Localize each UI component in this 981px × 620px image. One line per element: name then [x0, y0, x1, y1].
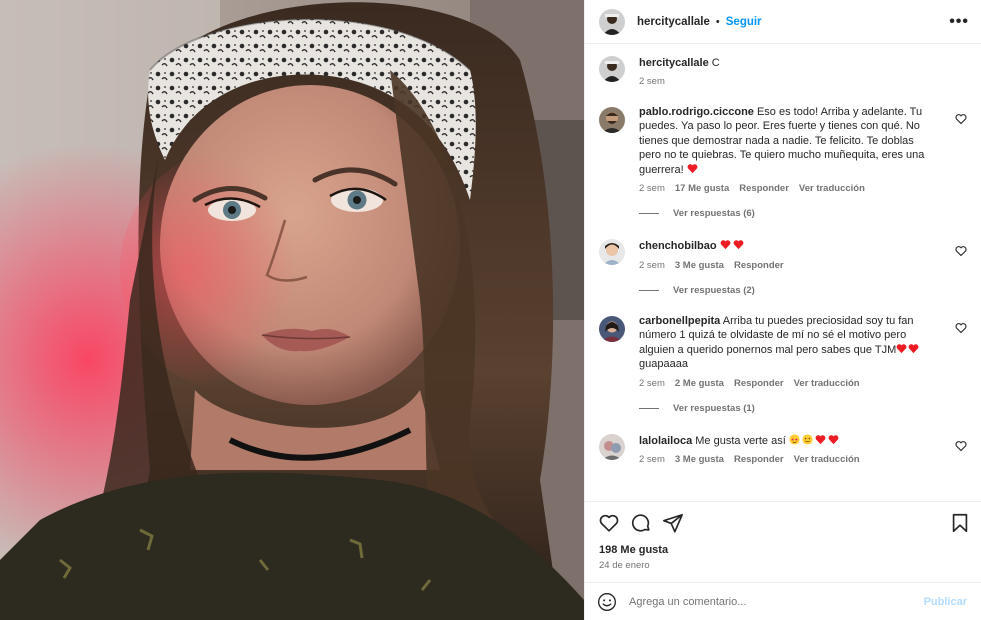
comment-time: 2 sem	[639, 259, 665, 271]
post-photo[interactable]	[0, 0, 584, 620]
smiling-emoji-icon	[802, 433, 813, 445]
comment-text: Me gusta verte así	[695, 434, 786, 447]
comment-text-line: Arriba tu puedes preciosidad soy tu fan	[722, 314, 914, 327]
caption-author[interactable]: hercitycallale	[639, 57, 709, 69]
reply-button[interactable]: Responder	[739, 183, 789, 194]
red-heart-emoji-icon	[815, 434, 826, 444]
comment-author[interactable]: carbonellpepita	[639, 315, 720, 327]
portrait-image	[0, 0, 584, 620]
more-options-icon[interactable]: •••	[949, 13, 969, 31]
post-actions-bar	[585, 501, 981, 543]
like-comment-heart-icon[interactable]	[955, 440, 967, 452]
comment-time: 2 sem	[639, 183, 665, 194]
commenter-avatar[interactable]	[599, 433, 625, 460]
caption: hercitycallale C 2 sem	[599, 54, 967, 87]
comment-text-line: alguien a querido ponernos mal pero sabe…	[639, 343, 897, 356]
comment-time: 2 sem	[639, 377, 665, 389]
comment-likes[interactable]: 3 Me gusta	[675, 454, 724, 465]
comment-text-line: tienes que demostrar nada a nadie. Te fe…	[639, 134, 914, 147]
author-avatar[interactable]	[599, 8, 625, 35]
comment-author[interactable]: lalolailoca	[639, 435, 692, 447]
view-replies-button[interactable]: Ver respuestas (6)	[639, 208, 967, 219]
publish-button[interactable]: Publicar	[924, 596, 967, 608]
replies-line	[639, 213, 659, 214]
view-replies-label: Ver respuestas (6)	[673, 208, 755, 219]
comment-composer: Publicar	[585, 582, 981, 620]
post-sidebar: hercitycallale • Seguir ••• hercitycalla…	[584, 0, 981, 620]
red-heart-emoji-icon	[733, 240, 744, 250]
red-heart-emoji-icon	[908, 343, 919, 353]
comment-likes[interactable]: 2 Me gusta	[675, 378, 724, 389]
comment-text-line: guerrera!	[639, 163, 684, 176]
comment-author[interactable]: pablo.rodrigo.ciccone	[639, 106, 754, 118]
comment-input[interactable]	[629, 595, 924, 608]
comment-text-line: pero no te quiebras. Te quiero mucho muñ…	[639, 149, 925, 161]
comment-text-line: puedes. Ya paso lo peor. Eres fuerte y t…	[639, 120, 920, 132]
author-username[interactable]: hercitycallale	[637, 16, 710, 28]
view-replies-button[interactable]: Ver respuestas (2)	[639, 285, 967, 296]
comment-bubble-icon[interactable]	[630, 512, 652, 534]
comment-time: 2 sem	[639, 454, 665, 465]
comment-item: chenchobilbao 2 sem 3 Me gusta Responder	[599, 237, 967, 271]
red-heart-emoji-icon	[828, 434, 839, 444]
post-likes-count[interactable]: 198 Me gusta	[585, 544, 981, 556]
replies-line	[639, 407, 659, 409]
comment-text-line: guapaaaa	[639, 358, 688, 370]
comment-text-line: número 1 quizá te olvidaste de mí no sé …	[639, 329, 907, 341]
comment-likes[interactable]: 3 Me gusta	[675, 260, 724, 271]
comment-likes[interactable]: 17 Me gusta	[675, 183, 729, 194]
red-heart-emoji-icon	[687, 163, 698, 173]
red-heart-emoji-icon	[896, 343, 907, 353]
translate-button[interactable]: Ver traducción	[794, 454, 860, 465]
post-dialog: hercitycallale • Seguir ••• hercitycalla…	[0, 0, 981, 620]
emoji-smiley-icon[interactable]	[597, 592, 617, 612]
view-replies-label: Ver respuestas (1)	[673, 402, 755, 414]
separator-dot: •	[715, 15, 720, 28]
translate-button[interactable]: Ver traducción	[799, 183, 865, 194]
caption-text: C	[711, 57, 720, 69]
like-comment-heart-icon[interactable]	[955, 245, 967, 257]
view-replies-button[interactable]: Ver respuestas (1)	[639, 403, 967, 414]
comment-item: carbonellpepita Arriba tu puedes precios…	[599, 314, 967, 389]
comment-item: pablo.rodrigo.ciccone Eso es todo! Arrib…	[599, 105, 967, 194]
translate-button[interactable]: Ver traducción	[794, 378, 860, 389]
follow-button[interactable]: Seguir	[726, 16, 762, 28]
commenter-avatar[interactable]	[599, 239, 625, 265]
reply-button[interactable]: Responder	[734, 378, 784, 389]
reply-button[interactable]: Responder	[734, 260, 784, 271]
commenter-avatar[interactable]	[599, 106, 625, 133]
like-heart-icon[interactable]	[598, 512, 620, 534]
caption-time: 2 sem	[639, 75, 665, 87]
like-comment-heart-icon[interactable]	[955, 322, 967, 334]
bookmark-icon[interactable]	[949, 512, 971, 534]
replies-line	[639, 289, 659, 291]
commenter-avatar[interactable]	[599, 315, 625, 342]
comment-text-line: Eso es todo! Arriba y adelante. Tu	[756, 105, 923, 118]
red-heart-emoji-icon	[720, 240, 731, 250]
like-comment-heart-icon[interactable]	[955, 113, 967, 125]
comments-list: hercitycallale C 2 sem pablo.rodrigo.cic…	[585, 44, 981, 501]
view-replies-label: Ver respuestas (2)	[673, 284, 755, 296]
reply-button[interactable]: Responder	[734, 454, 784, 465]
star-struck-emoji-icon	[789, 433, 800, 445]
comment-item: lalolailoca Me gusta verte así 2 sem 3 Me…	[599, 432, 967, 465]
author-avatar[interactable]	[599, 56, 625, 82]
share-send-icon[interactable]	[662, 512, 684, 534]
post-header: hercitycallale • Seguir •••	[585, 0, 981, 44]
comment-author[interactable]: chenchobilbao	[639, 240, 717, 252]
post-date: 24 de enero	[599, 560, 650, 571]
